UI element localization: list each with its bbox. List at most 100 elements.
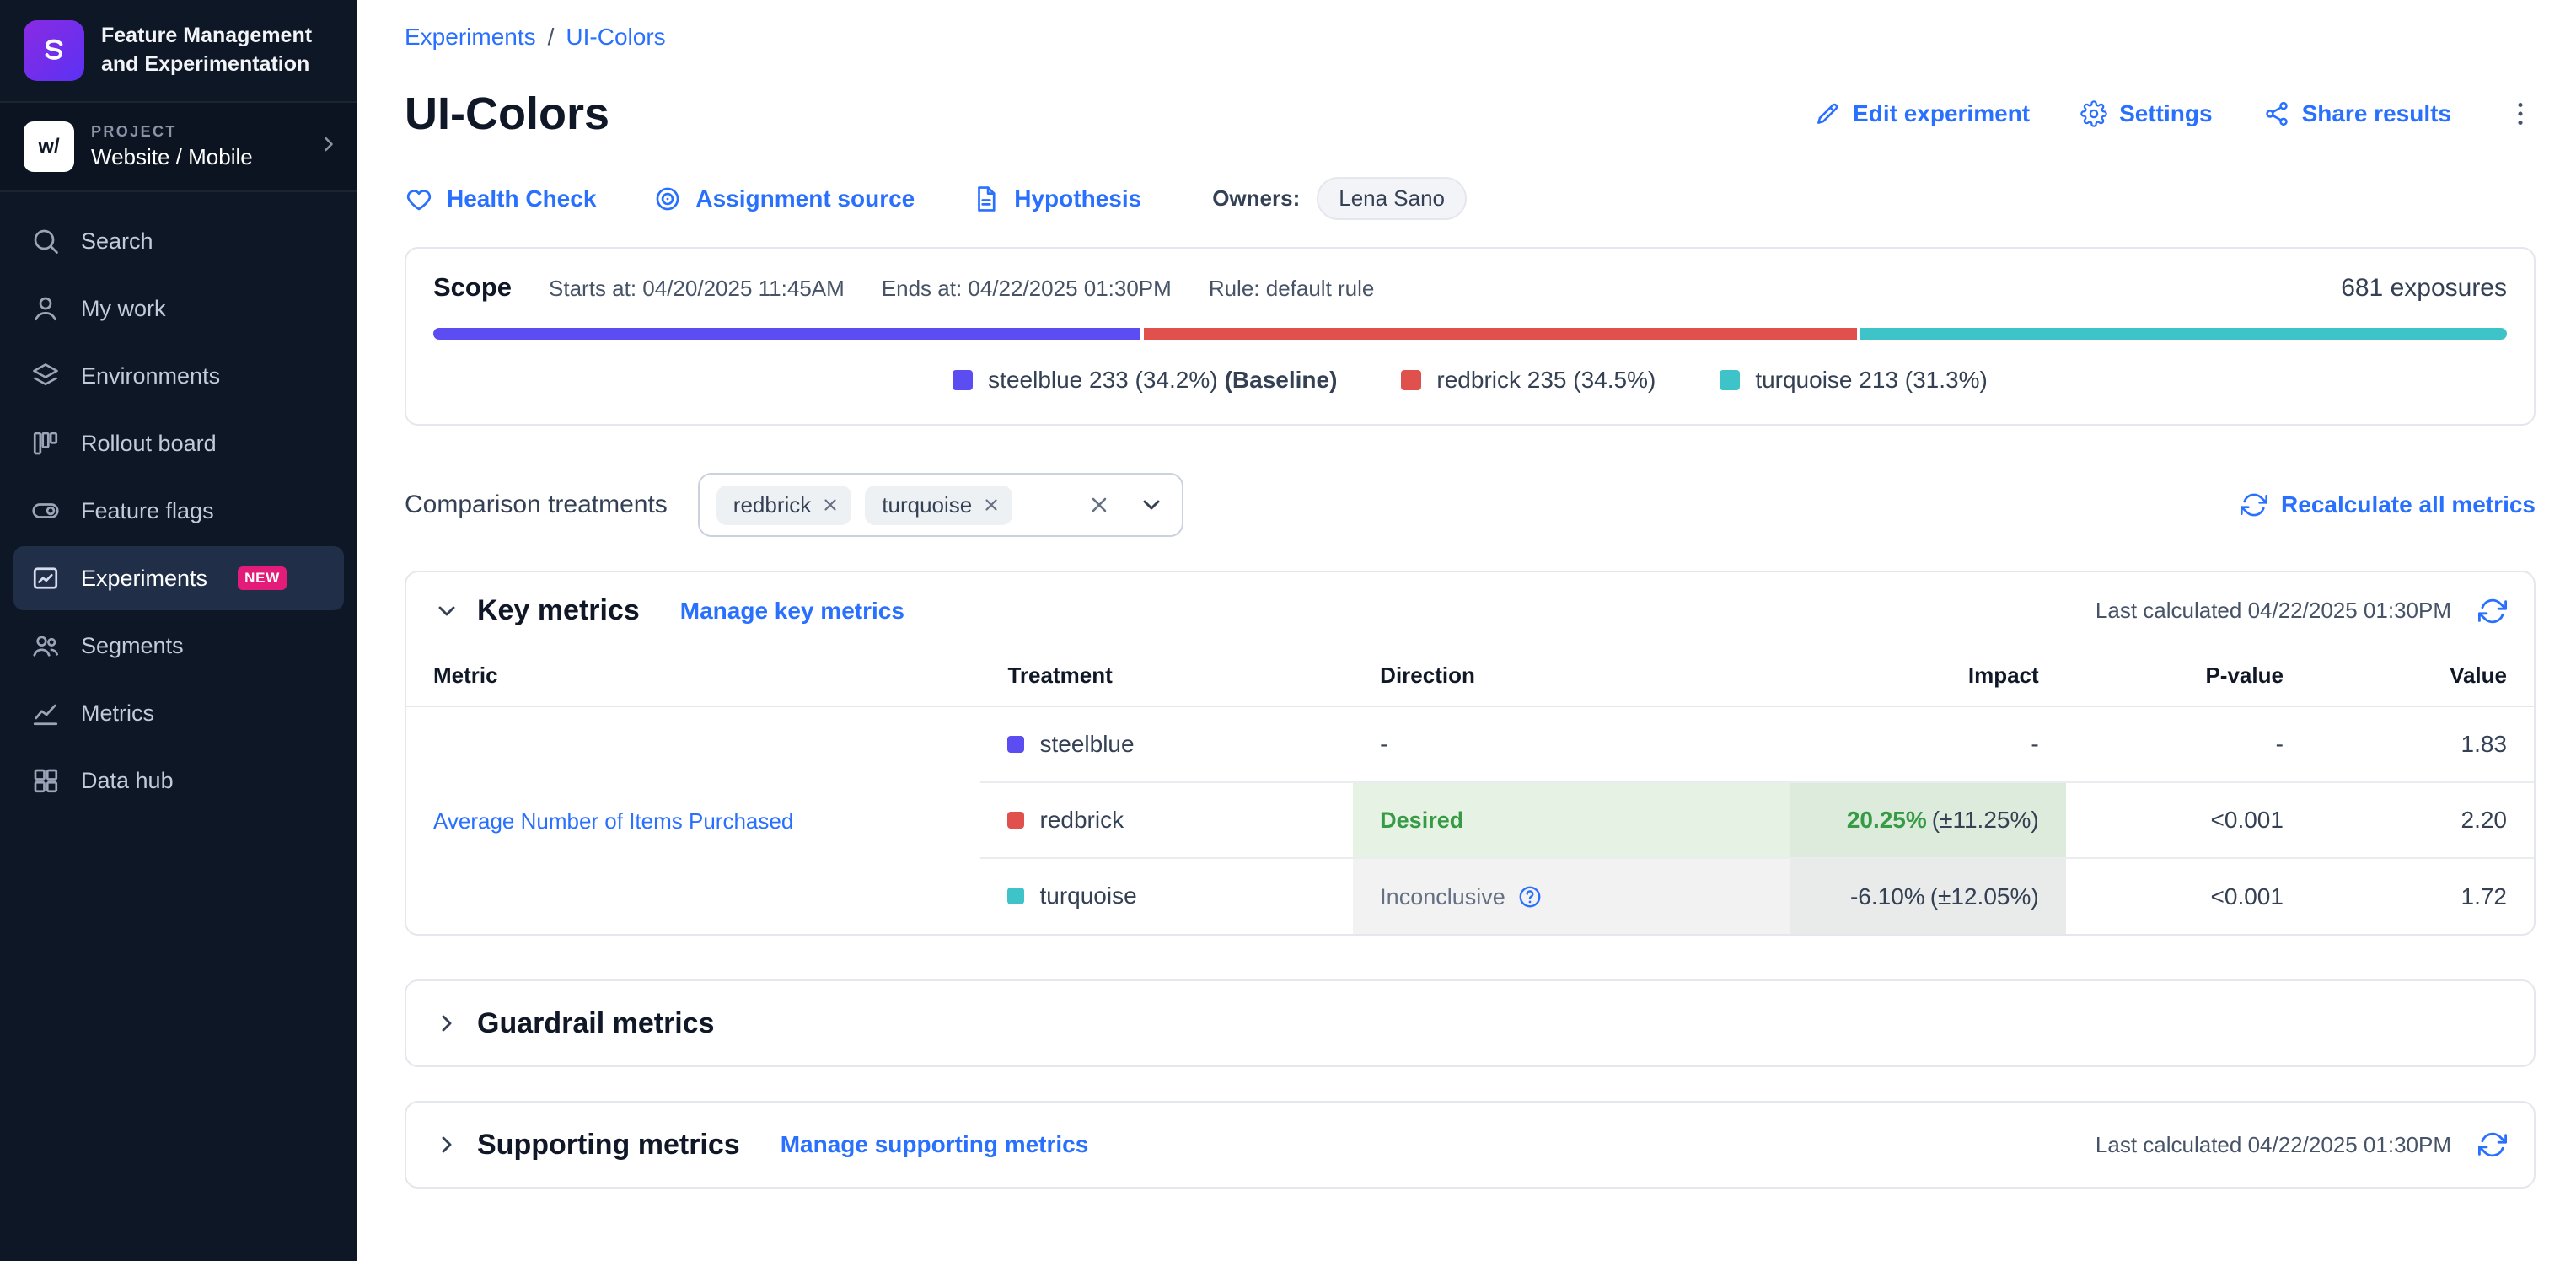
- share-results-button[interactable]: Share results: [2263, 100, 2451, 127]
- user-icon: [30, 293, 61, 324]
- main-content: Experiments / UI-Colors UI-Colors Edit e…: [357, 0, 2576, 1261]
- recalculate-all-metrics-button[interactable]: Recalculate all metrics: [2241, 491, 2536, 518]
- toggle-icon: [30, 496, 61, 526]
- sidebar-item-label: Data hub: [81, 768, 174, 794]
- breadcrumb-experiments-link[interactable]: Experiments: [405, 24, 536, 51]
- more-options-button[interactable]: [2505, 99, 2536, 129]
- line-chart-icon: [30, 698, 61, 728]
- refresh-icon[interactable]: [2478, 597, 2507, 625]
- scope-card: Scope Starts at: 04/20/2025 11:45AM Ends…: [405, 247, 2536, 426]
- scope-title: Scope: [433, 272, 512, 303]
- guardrail-metrics-card[interactable]: Guardrail metrics: [405, 979, 2536, 1067]
- bar-segment-steelblue: [433, 328, 1140, 340]
- assignment-source-link[interactable]: Assignment source: [653, 185, 915, 213]
- header-actions: Edit experiment Settings Share results: [1814, 99, 2536, 129]
- exposures-count: 681 exposures: [2341, 274, 2507, 303]
- manage-supporting-metrics-link[interactable]: Manage supporting metrics: [781, 1131, 1089, 1158]
- sidebar-item-my-work[interactable]: My work: [13, 276, 344, 341]
- page-title: UI-Colors: [405, 88, 609, 140]
- sidebar-item-label: My work: [81, 296, 166, 322]
- sidebar: Feature Management and Experimentation w…: [0, 0, 357, 1261]
- table-row: Average Number of Items Purchased steelb…: [406, 706, 2534, 782]
- remove-chip-icon[interactable]: [982, 496, 1001, 514]
- refresh-icon: [2241, 491, 2267, 518]
- project-name: Website / Mobile: [91, 144, 253, 170]
- metric-name-link[interactable]: Average Number of Items Purchased: [433, 808, 793, 834]
- sidebar-item-data-hub[interactable]: Data hub: [13, 749, 344, 813]
- sidebar-item-experiments[interactable]: Experiments NEW: [13, 546, 344, 610]
- col-treatment: Treatment: [980, 646, 1353, 706]
- bar-segment-turquoise: [1860, 328, 2507, 340]
- sidebar-item-label: Experiments: [81, 566, 207, 592]
- sidebar-item-search[interactable]: Search: [13, 209, 344, 273]
- comparison-row: Comparison treatments redbrick turquoise…: [405, 473, 2536, 537]
- legend-item-redbrick: redbrick 235 (34.5%): [1401, 367, 1656, 394]
- chevron-down-icon[interactable]: [1138, 491, 1165, 518]
- sidebar-item-feature-flags[interactable]: Feature flags: [13, 479, 344, 543]
- treatment-redbrick: redbrick: [1007, 807, 1124, 834]
- p-value-cell: <0.001: [2066, 858, 2310, 934]
- clear-all-icon[interactable]: [1087, 493, 1111, 517]
- meta-row: Health Check Assignment source Hypothesi…: [405, 177, 2536, 220]
- last-calculated-label: Last calculated 04/22/2025 01:30PM: [2096, 598, 2451, 624]
- project-label: PROJECT: [91, 123, 253, 141]
- steelblue-swatch: [1007, 736, 1024, 753]
- steelblue-swatch: [953, 370, 973, 390]
- title-row: UI-Colors Edit experiment Settings Share…: [405, 88, 2536, 140]
- hypothesis-link[interactable]: Hypothesis: [972, 185, 1141, 213]
- breadcrumb: Experiments / UI-Colors: [405, 24, 2536, 51]
- scope-rule: Rule: default rule: [1209, 276, 1375, 302]
- p-value-cell: <0.001: [2066, 782, 2310, 858]
- sidebar-item-metrics[interactable]: Metrics: [13, 681, 344, 745]
- remove-chip-icon[interactable]: [821, 496, 840, 514]
- supporting-metrics-title: Supporting metrics: [477, 1129, 740, 1162]
- chip-redbrick[interactable]: redbrick: [716, 486, 851, 525]
- chevron-right-icon[interactable]: [433, 1010, 460, 1037]
- key-metrics-title: Key metrics: [477, 594, 640, 627]
- layers-icon: [30, 361, 61, 391]
- legend-item-turquoise: turquoise 213 (31.3%): [1720, 367, 1988, 394]
- pencil-icon: [1814, 100, 1841, 127]
- sidebar-item-rollout-board[interactable]: Rollout board: [13, 411, 344, 475]
- collapse-chevron-down-icon[interactable]: [433, 598, 460, 625]
- app-logo-icon: [24, 20, 84, 81]
- impact-cell: -6.10%(±12.05%): [1790, 858, 2066, 934]
- direction-cell: Desired: [1353, 782, 1789, 858]
- sidebar-item-label: Metrics: [81, 700, 154, 727]
- refresh-icon[interactable]: [2478, 1130, 2507, 1159]
- comparison-treatments-select[interactable]: redbrick turquoise: [698, 473, 1183, 537]
- breadcrumb-current-link[interactable]: UI-Colors: [566, 24, 665, 51]
- manage-key-metrics-link[interactable]: Manage key metrics: [680, 598, 904, 625]
- treatment-distribution-bar: [433, 328, 2507, 340]
- col-p-value: P-value: [2066, 646, 2310, 706]
- edit-experiment-button[interactable]: Edit experiment: [1814, 100, 2030, 127]
- new-badge: NEW: [238, 566, 287, 590]
- health-check-link[interactable]: Health Check: [405, 185, 596, 213]
- share-icon: [2263, 100, 2290, 127]
- settings-button[interactable]: Settings: [2080, 100, 2212, 127]
- sidebar-item-label: Environments: [81, 363, 220, 389]
- brand-title: Feature Management and Experimentation: [101, 22, 334, 79]
- project-switcher[interactable]: w/ PROJECT Website / Mobile: [0, 101, 357, 192]
- value-cell: 2.20: [2310, 782, 2534, 858]
- chip-turquoise[interactable]: turquoise: [865, 486, 1012, 525]
- col-impact: Impact: [1790, 646, 2066, 706]
- sidebar-item-segments[interactable]: Segments: [13, 614, 344, 678]
- col-metric: Metric: [406, 646, 980, 706]
- last-calculated-label: Last calculated 04/22/2025 01:30PM: [2096, 1132, 2451, 1158]
- col-direction: Direction: [1353, 646, 1789, 706]
- sidebar-item-label: Segments: [81, 633, 184, 659]
- scope-ends: Ends at: 04/22/2025 01:30PM: [882, 276, 1172, 302]
- supporting-metrics-card[interactable]: Supporting metrics Manage supporting met…: [405, 1101, 2536, 1189]
- help-circle-icon[interactable]: [1517, 884, 1543, 910]
- key-metrics-table: Metric Treatment Direction Impact P-valu…: [406, 646, 2534, 934]
- sidebar-item-label: Feature flags: [81, 498, 214, 524]
- chevron-right-icon[interactable]: [433, 1131, 460, 1158]
- scope-starts: Starts at: 04/20/2025 11:45AM: [549, 276, 845, 302]
- col-value: Value: [2310, 646, 2534, 706]
- sidebar-item-label: Rollout board: [81, 431, 217, 457]
- legend-item-steelblue: steelblue 233 (34.2%)(Baseline): [953, 367, 1337, 394]
- owner-chip: Lena Sano: [1317, 177, 1467, 220]
- owners-group: Owners: Lena Sano: [1212, 177, 1467, 220]
- sidebar-item-environments[interactable]: Environments: [13, 344, 344, 408]
